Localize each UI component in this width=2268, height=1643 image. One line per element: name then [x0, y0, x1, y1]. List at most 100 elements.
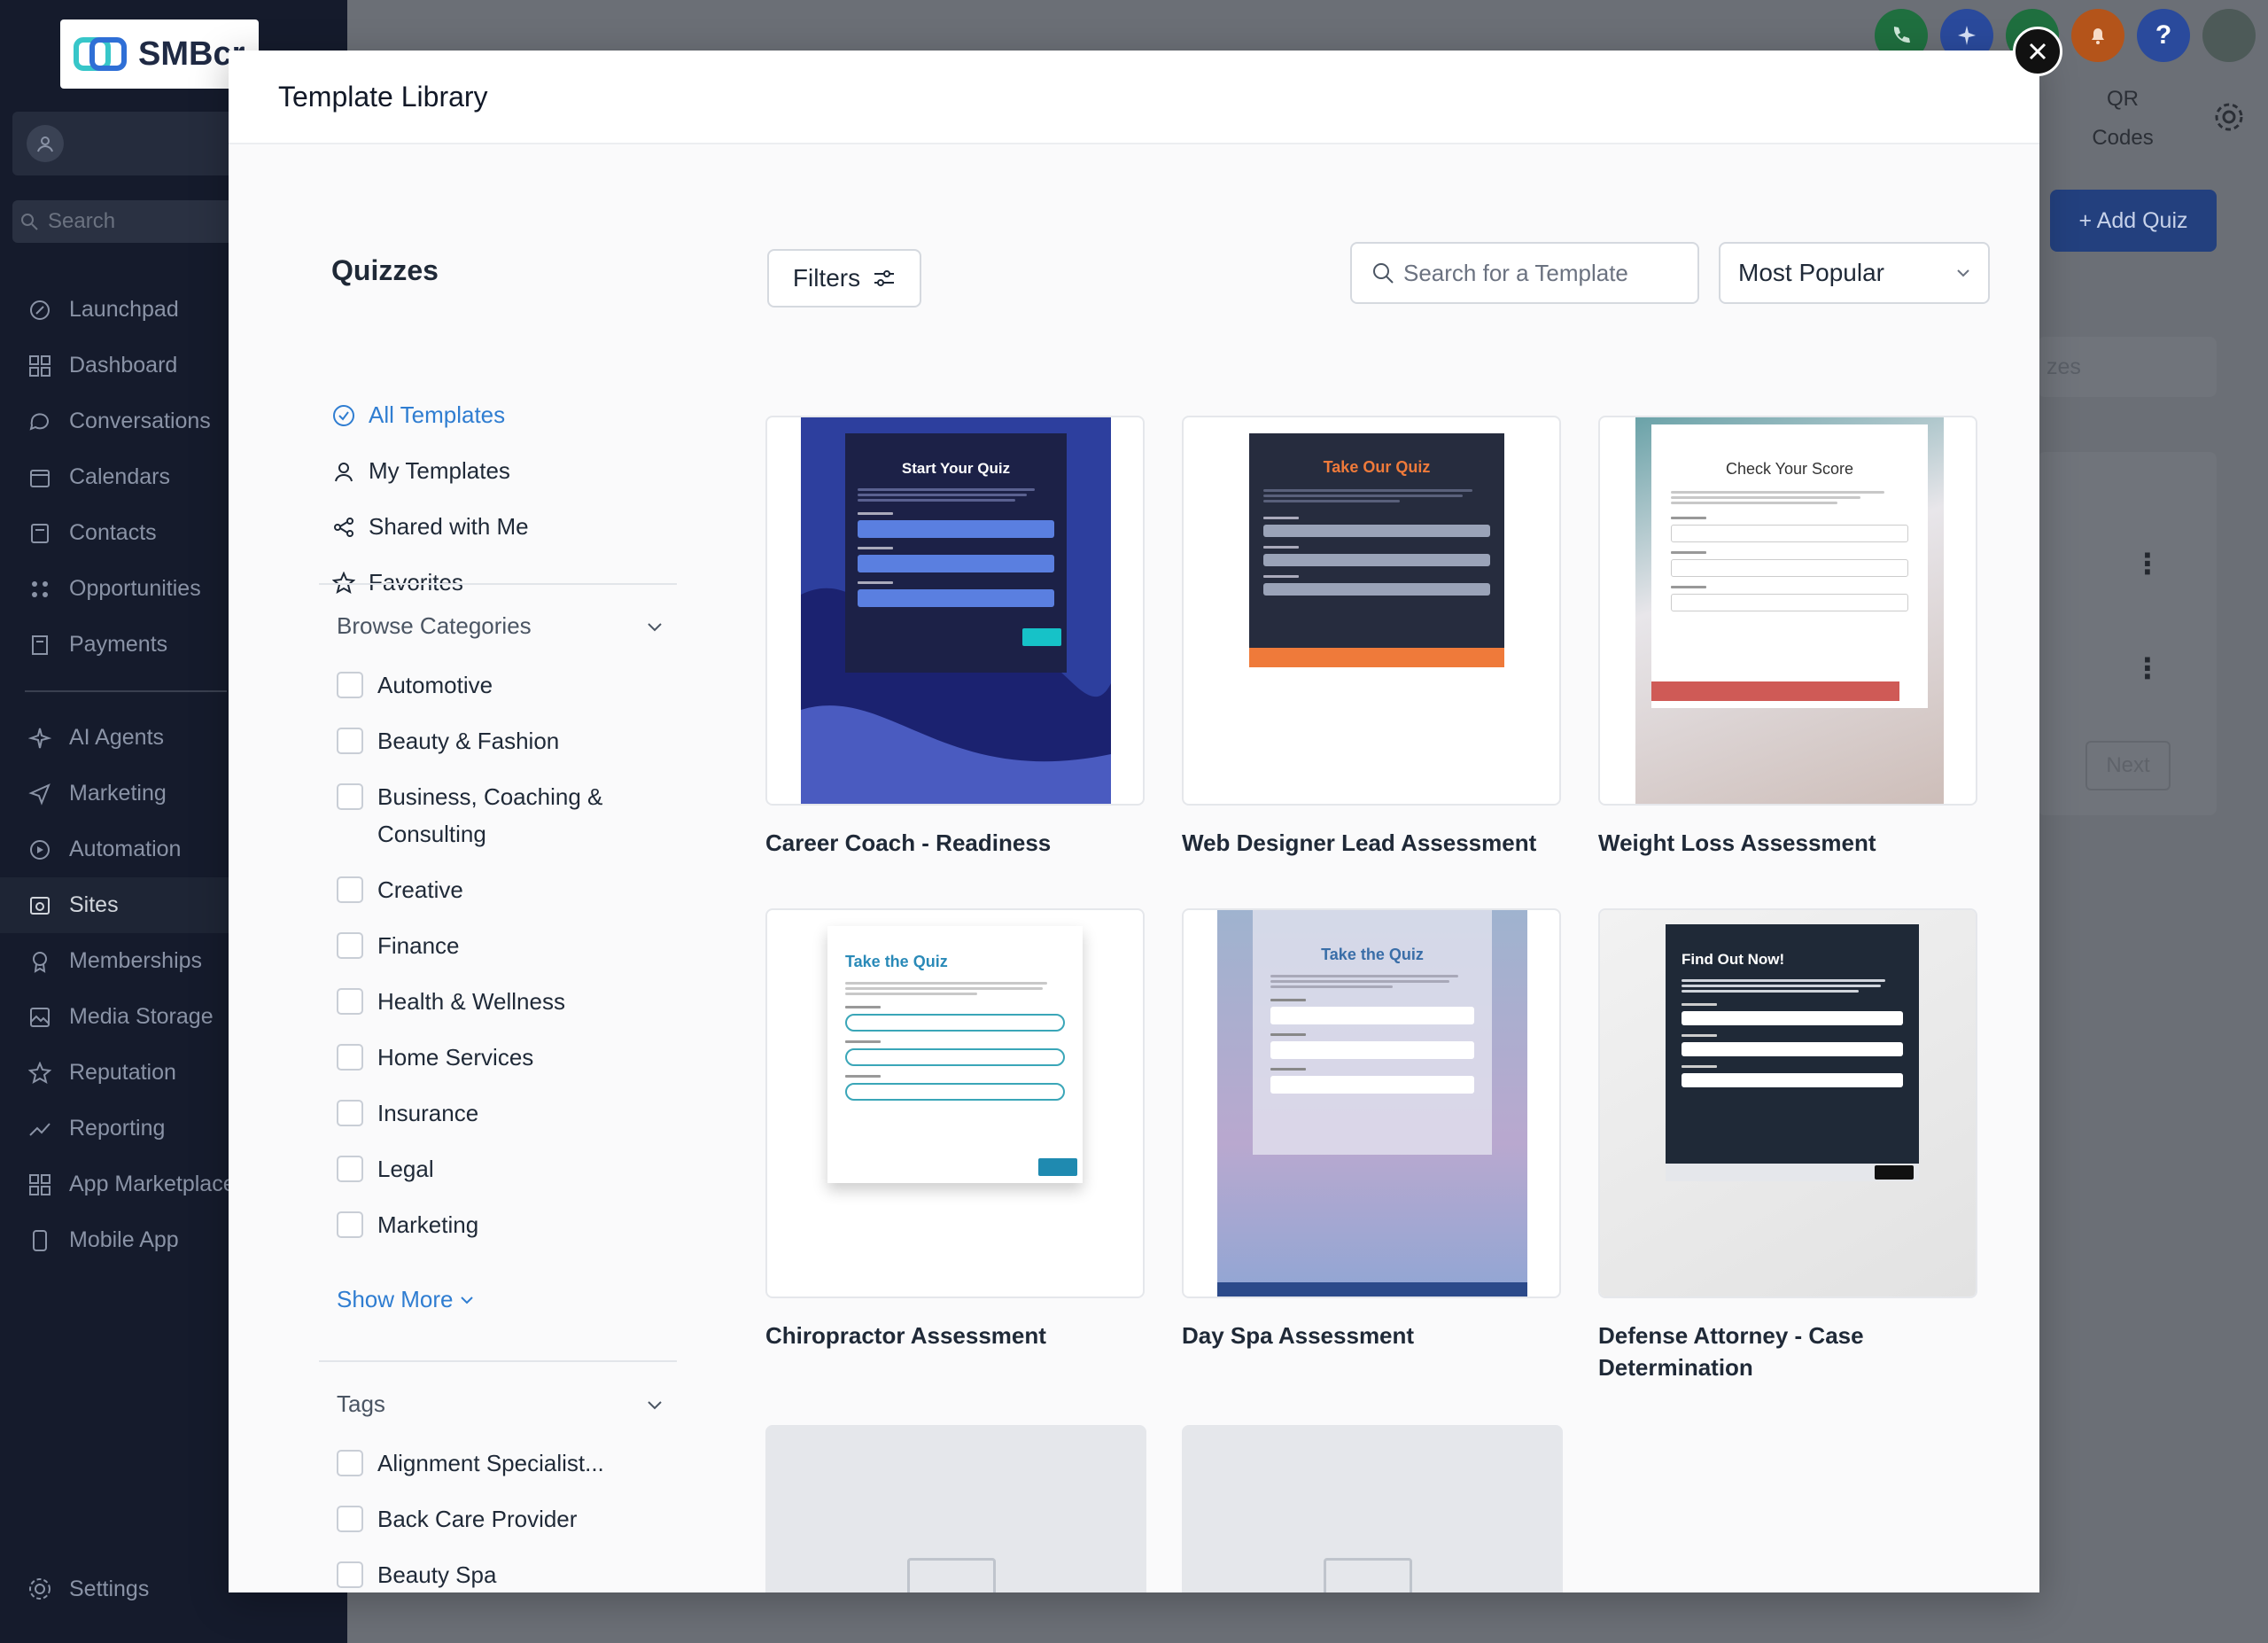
category-item[interactable]: Finance: [337, 932, 634, 989]
link-my-templates[interactable]: My Templates: [331, 443, 529, 499]
template-title: Chiropractor Assessment: [765, 1322, 1046, 1349]
category-checkbox[interactable]: [337, 1100, 363, 1126]
category-item[interactable]: Health & Wellness: [337, 988, 634, 1045]
sidebar-item-label: Media Storage: [69, 1004, 214, 1029]
template-title: Career Coach - Readiness: [765, 829, 1052, 856]
category-checkbox[interactable]: [337, 876, 363, 903]
category-item[interactable]: Automotive: [337, 672, 634, 728]
pagination-next-button[interactable]: Next: [2085, 741, 2171, 790]
trend-icon: [27, 1116, 53, 1142]
chevron-down-icon: [459, 1292, 475, 1308]
category-checkbox[interactable]: [337, 1156, 363, 1182]
browse-categories-header[interactable]: Browse Categories: [337, 612, 664, 640]
category-label: Business, Coaching & Consulting: [377, 783, 603, 847]
chevron-down-icon: [645, 1395, 664, 1414]
category-checkbox[interactable]: [337, 672, 363, 698]
category-item[interactable]: Home Services: [337, 1044, 634, 1101]
link-label: Shared with Me: [369, 513, 529, 540]
sidebar-item-label: Reputation: [69, 1060, 176, 1085]
template-thumbnail[interactable]: Find Out Now!: [1598, 908, 1977, 1298]
chat-icon: [27, 409, 53, 435]
sliders-icon: [873, 269, 896, 288]
category-item[interactable]: Creative: [337, 876, 634, 933]
tag-label: Beauty Spa: [377, 1561, 497, 1588]
thumbnail-background: Start Your Quiz: [801, 417, 1111, 804]
quizzes-tab-fragment[interactable]: zes: [2038, 337, 2217, 397]
send-icon: [27, 781, 53, 807]
tag-checkbox[interactable]: [337, 1561, 363, 1588]
left-divider: [319, 1360, 677, 1362]
category-checkbox[interactable]: [337, 728, 363, 754]
sidebar-search[interactable]: Search: [12, 200, 252, 243]
preview-heading: Start Your Quiz: [901, 460, 1011, 477]
template-card[interactable]: Find Out Now! Defense Attorney - Case De…: [1598, 908, 1977, 1383]
category-item[interactable]: Insurance: [337, 1100, 634, 1156]
template-thumbnail[interactable]: Take the Quiz: [765, 908, 1145, 1298]
star-icon: [27, 1060, 53, 1086]
template-card[interactable]: Start Your Quiz Career Coach - Readiness: [765, 416, 1145, 859]
bell-icon[interactable]: [2071, 9, 2124, 62]
category-list: Automotive Beauty & Fashion Business, Co…: [337, 672, 634, 1268]
contacts-icon: [27, 520, 53, 547]
close-modal-button[interactable]: [2013, 27, 2062, 76]
sidebar-item-settings[interactable]: Settings: [27, 1576, 149, 1602]
category-checkbox[interactable]: [337, 1044, 363, 1071]
link-shared-with-me[interactable]: Shared with Me: [331, 499, 529, 555]
template-card-placeholder: [765, 1425, 1146, 1592]
category-checkbox[interactable]: [337, 988, 363, 1015]
row-menu-icon[interactable]: ⋮: [2133, 549, 2162, 578]
sidebar-item-label: App Marketplace: [69, 1172, 236, 1196]
form-preview: Find Out Now!: [1666, 924, 1919, 1181]
template-card[interactable]: Check Your Score Weight Loss Assessment: [1598, 416, 1977, 859]
qr-codes-tab[interactable]: QR Codes: [2087, 80, 2158, 158]
thumbnail-background: Find Out Now!: [1600, 910, 1976, 1296]
tag-checkbox[interactable]: [337, 1506, 363, 1532]
template-thumbnail[interactable]: Take the Quiz: [1182, 908, 1561, 1298]
add-quiz-button[interactable]: + Add Quiz: [2050, 190, 2217, 252]
category-item[interactable]: Beauty & Fashion: [337, 728, 634, 784]
calendar-icon: [27, 464, 53, 491]
tags-header[interactable]: Tags: [337, 1390, 664, 1418]
template-thumbnail[interactable]: Start Your Quiz: [765, 416, 1145, 806]
tag-checkbox[interactable]: [337, 1450, 363, 1476]
sort-select[interactable]: Most Popular: [1719, 242, 1990, 304]
preview-heading: Check Your Score: [1725, 460, 1854, 478]
image-placeholder-icon: [1324, 1558, 1412, 1592]
template-thumbnail[interactable]: Take Our Quiz: [1182, 416, 1561, 806]
help-icon[interactable]: ?: [2137, 9, 2190, 62]
preview-heading: Find Out Now!: [1682, 951, 1785, 968]
chevron-down-icon: [1954, 264, 1972, 282]
thumbnail-background: Take the Quiz: [1217, 910, 1527, 1296]
sidebar-item-label: Calendars: [69, 464, 170, 489]
left-divider: [319, 583, 677, 585]
tag-item[interactable]: Alignment Specialist...: [337, 1450, 604, 1507]
category-item[interactable]: Business, Coaching & Consulting: [337, 783, 634, 877]
template-card[interactable]: Take the Quiz Day Spa Assessment: [1182, 908, 1561, 1351]
link-all-templates[interactable]: All Templates: [331, 387, 529, 443]
sidebar-item-label: Opportunities: [69, 576, 201, 601]
filters-button[interactable]: Filters: [767, 249, 921, 308]
thumbnail-background: Check Your Score: [1635, 417, 1944, 804]
template-card-placeholder: [1182, 1425, 1563, 1592]
template-thumbnail[interactable]: Check Your Score: [1598, 416, 1977, 806]
tag-label: Back Care Provider: [377, 1506, 578, 1532]
category-checkbox[interactable]: [337, 783, 363, 810]
template-card[interactable]: Take Our Quiz Web Designer Lead Assessme…: [1182, 416, 1561, 859]
sidebar-search-placeholder: Search: [48, 209, 116, 233]
tag-item[interactable]: Beauty Spa: [337, 1561, 604, 1592]
category-checkbox[interactable]: [337, 1211, 363, 1238]
user-avatar[interactable]: [2202, 9, 2256, 62]
category-checkbox[interactable]: [337, 932, 363, 959]
quizzes-tab-fragment-label: zes: [2047, 354, 2081, 379]
account-switcher[interactable]: [12, 112, 252, 175]
category-item[interactable]: Marketing: [337, 1211, 634, 1268]
tag-item[interactable]: Back Care Provider: [337, 1506, 604, 1562]
template-search-input[interactable]: Search for a Template: [1350, 242, 1699, 304]
category-item[interactable]: Legal: [337, 1156, 634, 1212]
settings-gear-icon[interactable]: [2211, 99, 2247, 139]
share-icon: [331, 516, 356, 539]
show-more-link[interactable]: Show More: [337, 1286, 475, 1313]
template-card[interactable]: Take the Quiz Chiropractor Assessment: [765, 908, 1145, 1351]
sidebar-item-label: Settings: [69, 1576, 150, 1601]
row-menu-icon[interactable]: ⋮: [2133, 654, 2162, 682]
